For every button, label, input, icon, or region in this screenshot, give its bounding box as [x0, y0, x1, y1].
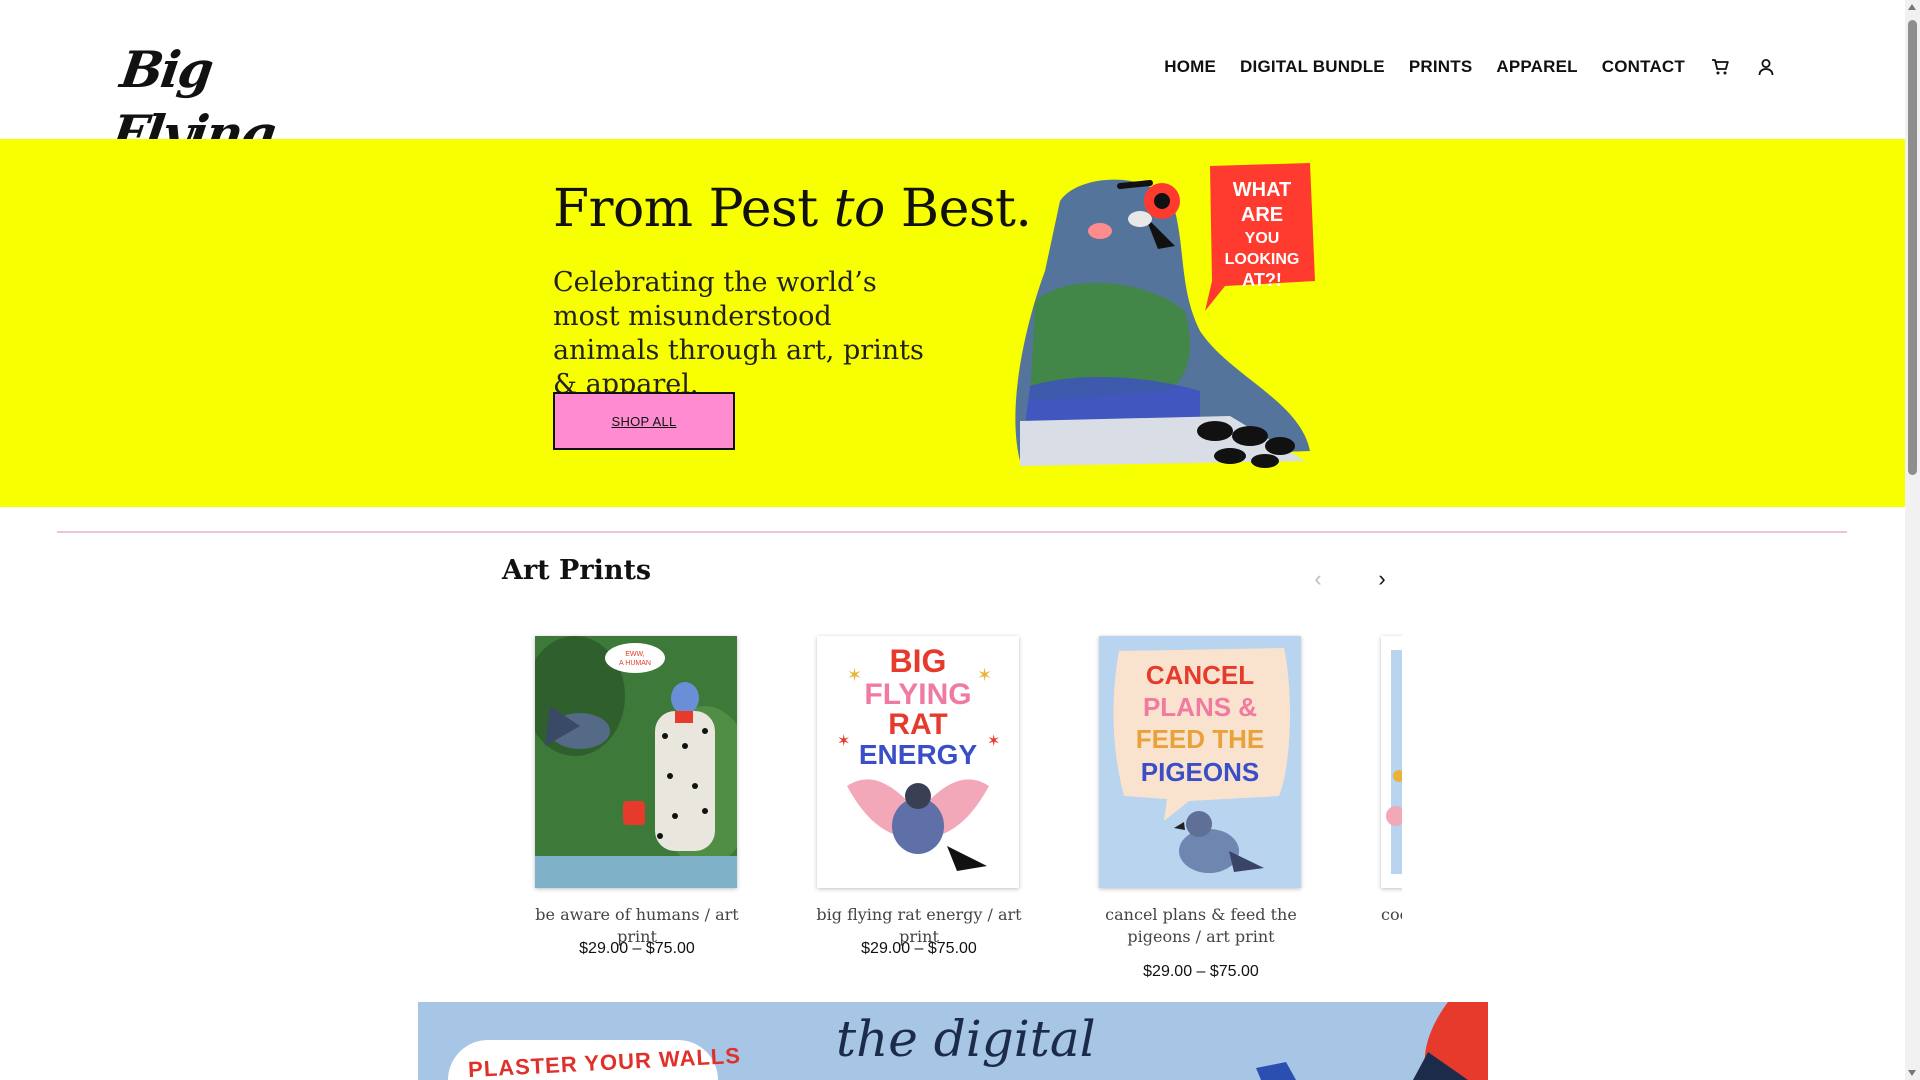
cart-icon[interactable]: [1709, 56, 1731, 78]
svg-text:A HUMAN: A HUMAN: [619, 660, 651, 667]
product-name[interactable]: cancel plans & feed the pigeons / art pr…: [1086, 904, 1316, 948]
scroll-down-arrow[interactable]: [1908, 1070, 1916, 1076]
product-price: $29.00 – $75.00: [1143, 963, 1259, 980]
scroll-up-arrow[interactable]: [1908, 4, 1916, 10]
chevron-left-icon[interactable]: ‹: [1308, 566, 1328, 591]
svg-text:LOOKING: LOOKING: [1225, 251, 1300, 268]
svg-text:BIG: BIG: [890, 643, 947, 679]
svg-text:WHAT: WHAT: [1233, 179, 1292, 201]
svg-text:FEED THE: FEED THE: [1136, 724, 1265, 754]
hero-title-italic: to: [833, 179, 886, 239]
svg-text:RAT: RAT: [888, 708, 947, 741]
svg-text:YOU: YOU: [1245, 230, 1280, 247]
banner-shape: [1256, 1062, 1296, 1080]
svg-text:ENERGY: ENERGY: [859, 739, 978, 770]
nav-contact[interactable]: CONTACT: [1602, 57, 1685, 77]
banner-decoration: [1413, 1002, 1488, 1080]
product-price: $29.00 – $75.00: [579, 940, 695, 957]
nav-digital-bundle[interactable]: DIGITAL BUNDLE: [1240, 57, 1385, 77]
scrollbar-thumb[interactable]: [1908, 20, 1917, 475]
hero-banner: From Pest to Best. Celebrating the world…: [0, 139, 1905, 507]
digital-bundle-banner[interactable]: PLASTER YOUR WALLS the digital: [418, 1002, 1488, 1080]
section-divider: [57, 531, 1847, 533]
svg-text:✶: ✶: [837, 733, 850, 750]
product-price: $29.00 – $75.00: [861, 940, 977, 957]
chevron-right-icon[interactable]: ›: [1372, 566, 1392, 591]
svg-text:CANCEL: CANCEL: [1146, 660, 1254, 690]
nav-home[interactable]: HOME: [1164, 57, 1216, 77]
svg-text:PLANS &: PLANS &: [1143, 692, 1257, 722]
page-scrollbar[interactable]: [1905, 0, 1920, 1080]
banner-script-text: the digital: [836, 1010, 1096, 1068]
hero-title-part1: From Pest: [553, 179, 834, 239]
hero-subtitle: Celebrating the world’s most misundersto…: [553, 267, 924, 400]
product-thumbnail[interactable]: CANCEL PLANS & FEED THE PIGEONS: [1099, 636, 1301, 888]
svg-text:EWW,: EWW,: [625, 651, 644, 658]
main-nav: HOME DIGITAL BUNDLE PRINTS APPAREL CONTA…: [1140, 56, 1777, 78]
shop-all-button[interactable]: SHOP ALL: [553, 392, 735, 450]
svg-text:FLYING: FLYING: [864, 678, 971, 711]
svg-text:✶: ✶: [847, 665, 862, 685]
svg-text:PIGEONS: PIGEONS: [1141, 757, 1259, 787]
svg-text:✶: ✶: [987, 733, 1000, 750]
product-name[interactable]: coo-: [1381, 904, 1402, 926]
product-thumbnail[interactable]: [1381, 636, 1402, 888]
site-logo[interactable]: Big Flying Rat: [99, 38, 374, 227]
svg-text:AT?!: AT?!: [1242, 270, 1282, 290]
site-header: Big Flying Rat HOME DIGITAL BUNDLE PRINT…: [0, 0, 1905, 227]
nav-apparel[interactable]: APPAREL: [1496, 57, 1577, 77]
product-thumbnail[interactable]: EWW, A HUMAN: [535, 636, 737, 888]
svg-text:ARE: ARE: [1241, 204, 1283, 226]
hero-title: From Pest to Best.: [553, 179, 1032, 239]
user-icon[interactable]: [1755, 56, 1777, 78]
product-thumbnail[interactable]: BIG FLYING RAT ENERGY ✶ ✶ ✶ ✶: [817, 636, 1019, 888]
art-prints-title: Art Prints: [502, 555, 652, 586]
pigeon-illustration: WHAT ARE YOU LOOKING AT?!: [1000, 161, 1320, 481]
svg-text:✶: ✶: [977, 665, 992, 685]
nav-prints[interactable]: PRINTS: [1409, 57, 1473, 77]
product-carousel: EWW, A HUMAN be aware of humans / art pr…: [502, 628, 1402, 998]
